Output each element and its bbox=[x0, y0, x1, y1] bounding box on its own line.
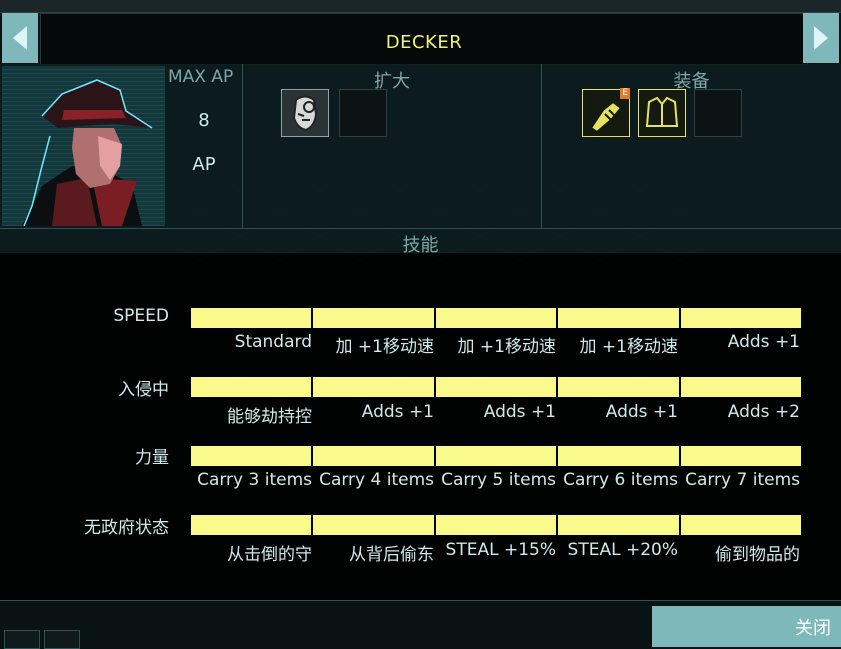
skill-level-segment[interactable] bbox=[558, 446, 679, 466]
skill-levels-hacking: 能够劫持控 Adds +1 Adds +1 Adds +1 Adds +2 bbox=[191, 402, 801, 424]
skill-level-desc: 从背后偷东 bbox=[349, 545, 434, 562]
skill-name-hacking: 入侵中 bbox=[118, 380, 169, 400]
skill-level-desc: 加 +1移动速 bbox=[457, 337, 556, 354]
skill-level-desc: 加 +1移动速 bbox=[335, 337, 434, 354]
top-status-strip bbox=[0, 0, 841, 13]
equipment-slot-1[interactable]: E bbox=[582, 88, 630, 137]
skill-level-desc: Carry 4 items bbox=[319, 470, 434, 490]
undo-button[interactable] bbox=[4, 630, 40, 649]
skill-bar-speed bbox=[191, 308, 802, 328]
skill-level-segment[interactable] bbox=[680, 446, 802, 466]
equipment-slot-3[interactable] bbox=[694, 89, 742, 137]
skill-level-desc: Adds +1 bbox=[727, 332, 800, 352]
cyber-face-augment-icon bbox=[292, 95, 318, 132]
skill-level-desc: 从击倒的守 bbox=[227, 545, 312, 562]
skill-level-segment[interactable] bbox=[191, 515, 312, 535]
skill-bar-anarchy bbox=[191, 515, 802, 535]
skill-name-strength: 力量 bbox=[135, 448, 169, 468]
skill-levels-anarchy: 从击倒的守 从背后偷东 STEAL +15% STEAL +20% 偷到物品的 bbox=[191, 540, 801, 562]
skill-level-segment[interactable] bbox=[435, 308, 557, 328]
skill-level-desc: Carry 6 items bbox=[563, 470, 678, 490]
ap-unit-label: AP bbox=[192, 154, 216, 175]
skill-level-segment[interactable] bbox=[313, 377, 434, 397]
close-button[interactable]: 关闭 bbox=[652, 606, 841, 647]
skill-level-desc: 加 +1移动速 bbox=[579, 337, 678, 354]
skill-level-segment[interactable] bbox=[313, 308, 434, 328]
skill-level-segment[interactable] bbox=[558, 377, 679, 397]
chevron-right-icon bbox=[814, 26, 828, 50]
skill-bar-strength bbox=[191, 446, 802, 466]
decker-portrait-image bbox=[22, 79, 153, 226]
skill-level-desc: Adds +1 bbox=[605, 402, 678, 422]
equipment-slot-2[interactable] bbox=[638, 89, 686, 137]
augments-section: 扩大 bbox=[243, 64, 542, 228]
chevron-left-icon bbox=[13, 26, 27, 50]
skill-level-desc: Adds +1 bbox=[361, 402, 434, 422]
skill-name-speed: SPEED bbox=[113, 306, 169, 326]
skill-level-desc: 偷到物品的 bbox=[715, 545, 800, 562]
skill-level-segment[interactable] bbox=[313, 515, 434, 535]
equipped-badge: E bbox=[620, 88, 630, 99]
character-portrait bbox=[2, 66, 165, 226]
skills-header: 技能 bbox=[0, 229, 841, 256]
page-title: DECKER bbox=[385, 32, 463, 53]
skill-level-desc: Adds +2 bbox=[727, 402, 800, 422]
character-info-panel: MAX AP 8 AP 扩大 装备 E bbox=[0, 64, 841, 229]
skill-name-anarchy: 无政府状态 bbox=[84, 518, 169, 538]
skill-level-segment[interactable] bbox=[313, 446, 434, 466]
skill-level-segment[interactable] bbox=[435, 515, 557, 535]
max-ap-value: 8 bbox=[198, 110, 210, 131]
skill-levels-strength: Carry 3 items Carry 4 items Carry 5 item… bbox=[191, 470, 801, 492]
skill-level-desc: STEAL +15% bbox=[445, 540, 556, 560]
max-ap-label: MAX AP bbox=[168, 67, 234, 87]
skill-level-segment[interactable] bbox=[680, 515, 802, 535]
skill-levels-speed: Standard 加 +1移动速 加 +1移动速 加 +1移动速 Adds +1 bbox=[191, 332, 801, 354]
skill-level-desc: Standard bbox=[234, 332, 312, 352]
skill-bar-hacking bbox=[191, 377, 802, 397]
character-header: DECKER bbox=[40, 13, 808, 65]
skill-level-desc: STEAL +20% bbox=[567, 540, 678, 560]
skill-level-segment[interactable] bbox=[558, 308, 679, 328]
skill-level-desc: 能够劫持控 bbox=[227, 407, 312, 424]
skill-level-segment[interactable] bbox=[191, 308, 312, 328]
skill-level-desc: Carry 7 items bbox=[685, 470, 800, 490]
previous-character-button[interactable] bbox=[2, 13, 38, 63]
skills-panel: SPEED Standard 加 +1移动速 加 +1移动速 加 +1移动速 A… bbox=[0, 253, 841, 601]
ap-stats: MAX AP 8 AP bbox=[166, 64, 243, 228]
skill-level-segment[interactable] bbox=[680, 377, 802, 397]
skill-level-desc: Carry 5 items bbox=[441, 470, 556, 490]
next-character-button[interactable] bbox=[803, 13, 839, 63]
armor-vest-icon bbox=[645, 96, 679, 127]
skill-level-segment[interactable] bbox=[191, 446, 312, 466]
skill-level-desc: Carry 3 items bbox=[197, 470, 312, 490]
skill-level-desc: Adds +1 bbox=[483, 402, 556, 422]
skill-level-segment[interactable] bbox=[558, 515, 679, 535]
skill-level-segment[interactable] bbox=[191, 377, 312, 397]
augment-slot-1[interactable] bbox=[281, 89, 329, 137]
inventory-button[interactable] bbox=[44, 630, 80, 649]
skill-level-segment[interactable] bbox=[680, 308, 802, 328]
equipment-section: 装备 E bbox=[542, 64, 841, 228]
augment-slot-2[interactable] bbox=[339, 89, 387, 137]
skill-level-segment[interactable] bbox=[435, 377, 557, 397]
skill-level-segment[interactable] bbox=[435, 446, 557, 466]
